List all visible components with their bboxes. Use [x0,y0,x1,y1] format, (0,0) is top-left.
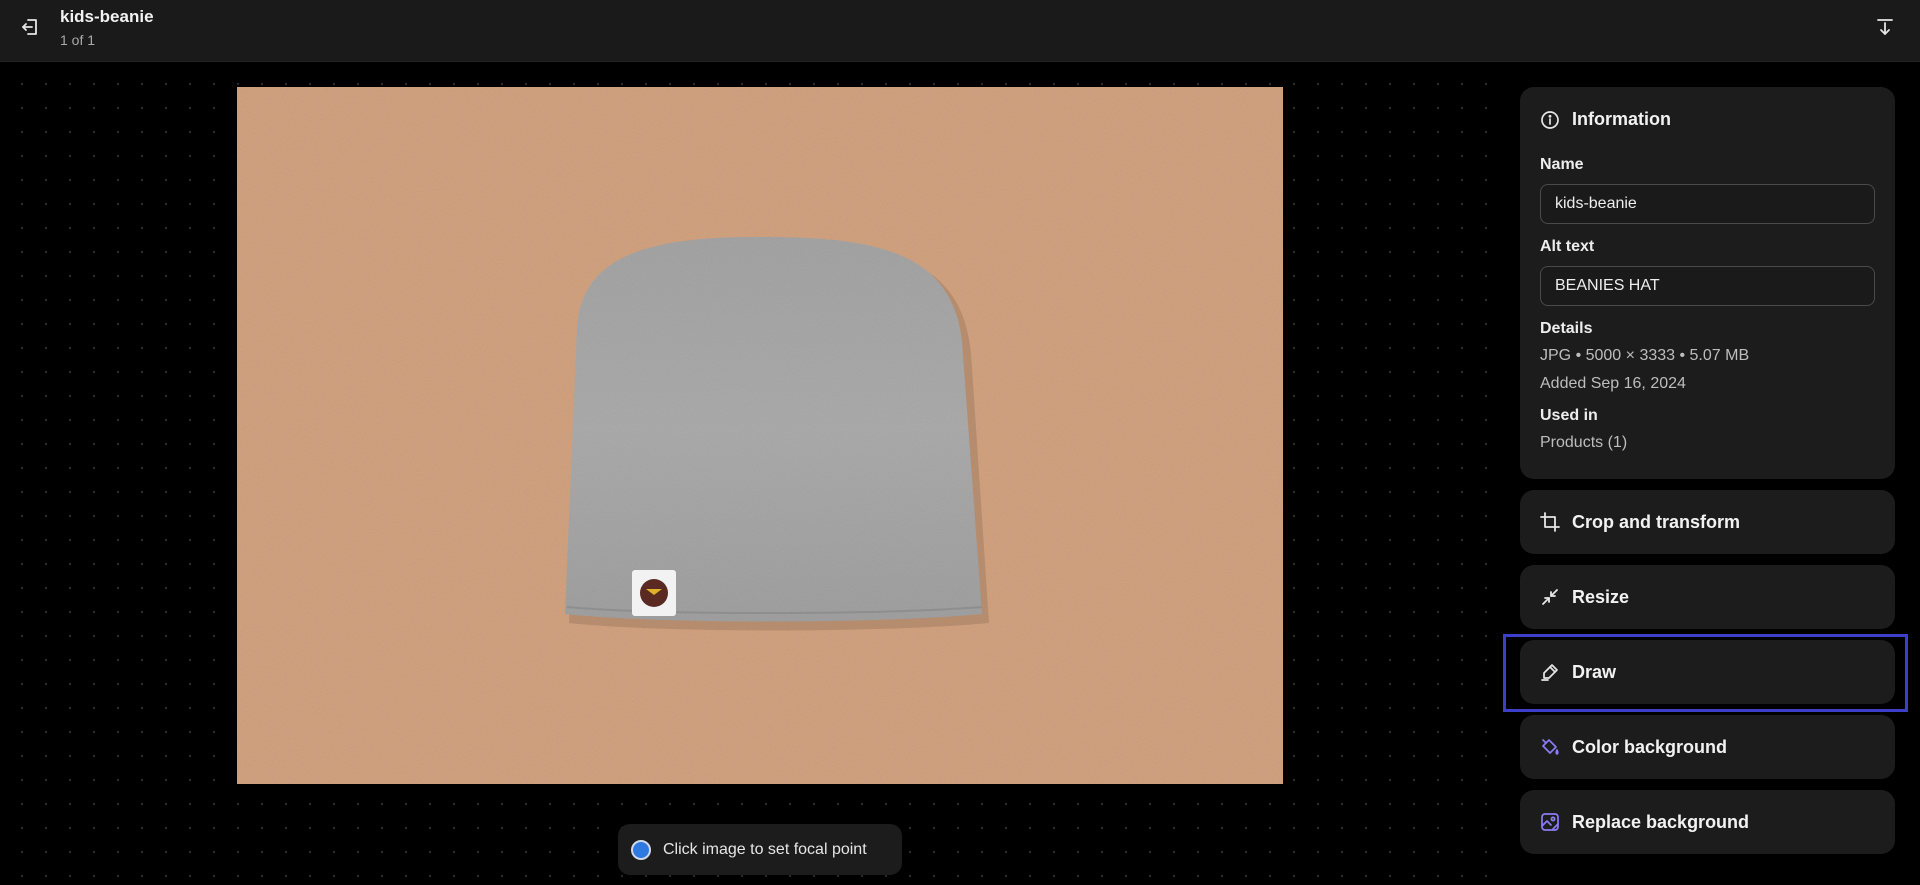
download-button[interactable] [1872,14,1898,40]
name-field[interactable] [1540,184,1875,224]
crop-icon [1540,512,1560,532]
info-icon [1541,110,1559,129]
used-in-label: Used in [1540,407,1598,424]
resize-icon [1542,589,1558,605]
replace-image-icon [1541,813,1559,831]
information-header: Information [1540,109,1875,130]
draw-button[interactable]: Draw [1520,640,1895,704]
alt-text-field[interactable] [1540,266,1875,306]
added-date: Added Sep 16, 2024 [1540,375,1686,392]
pagination-text: 1 of 1 [60,32,96,48]
focal-point-indicator [631,839,651,860]
name-label: Name [1540,156,1584,173]
side-panel: Information Name Alt text Details JPG • … [1503,87,1908,854]
download-icon [1877,19,1893,35]
paint-bucket-icon [1542,739,1559,755]
exit-left-icon [22,19,37,35]
replace-background-button[interactable]: Replace background [1520,790,1895,854]
draw-label: Draw [1572,661,1617,682]
used-in-value: Products (1) [1540,434,1628,451]
draw-wrapper: Draw [1503,634,1908,712]
draw-icon [1541,664,1558,681]
crop-and-transform-button[interactable]: Crop and transform [1520,490,1895,554]
color-background-button[interactable]: Color background [1520,715,1895,779]
alt-text-label: Alt text [1540,238,1595,255]
page-title: kids-beanie [60,7,154,26]
beanie-illustration [237,87,1283,784]
focal-point-hint[interactable]: Click image to set focal point [618,824,902,875]
details-label: Details [1540,320,1593,337]
information-card: Information Name Alt text Details JPG • … [1520,87,1895,479]
top-bar: kids-beanie 1 of 1 [0,0,1920,62]
crop-and-transform-label: Crop and transform [1572,511,1741,532]
product-image[interactable] [237,87,1283,784]
title-block: kids-beanie 1 of 1 [60,7,154,49]
back-button[interactable] [18,15,42,39]
focal-point-text: Click image to set focal point [663,840,867,858]
replace-background-label: Replace background [1572,811,1750,832]
resize-button[interactable]: Resize [1520,565,1895,629]
resize-label: Resize [1572,586,1630,607]
color-background-label: Color background [1572,736,1728,757]
file-details: JPG • 5000 × 3333 • 5.07 MB [1540,347,1750,364]
information-heading: Information [1572,109,1671,129]
